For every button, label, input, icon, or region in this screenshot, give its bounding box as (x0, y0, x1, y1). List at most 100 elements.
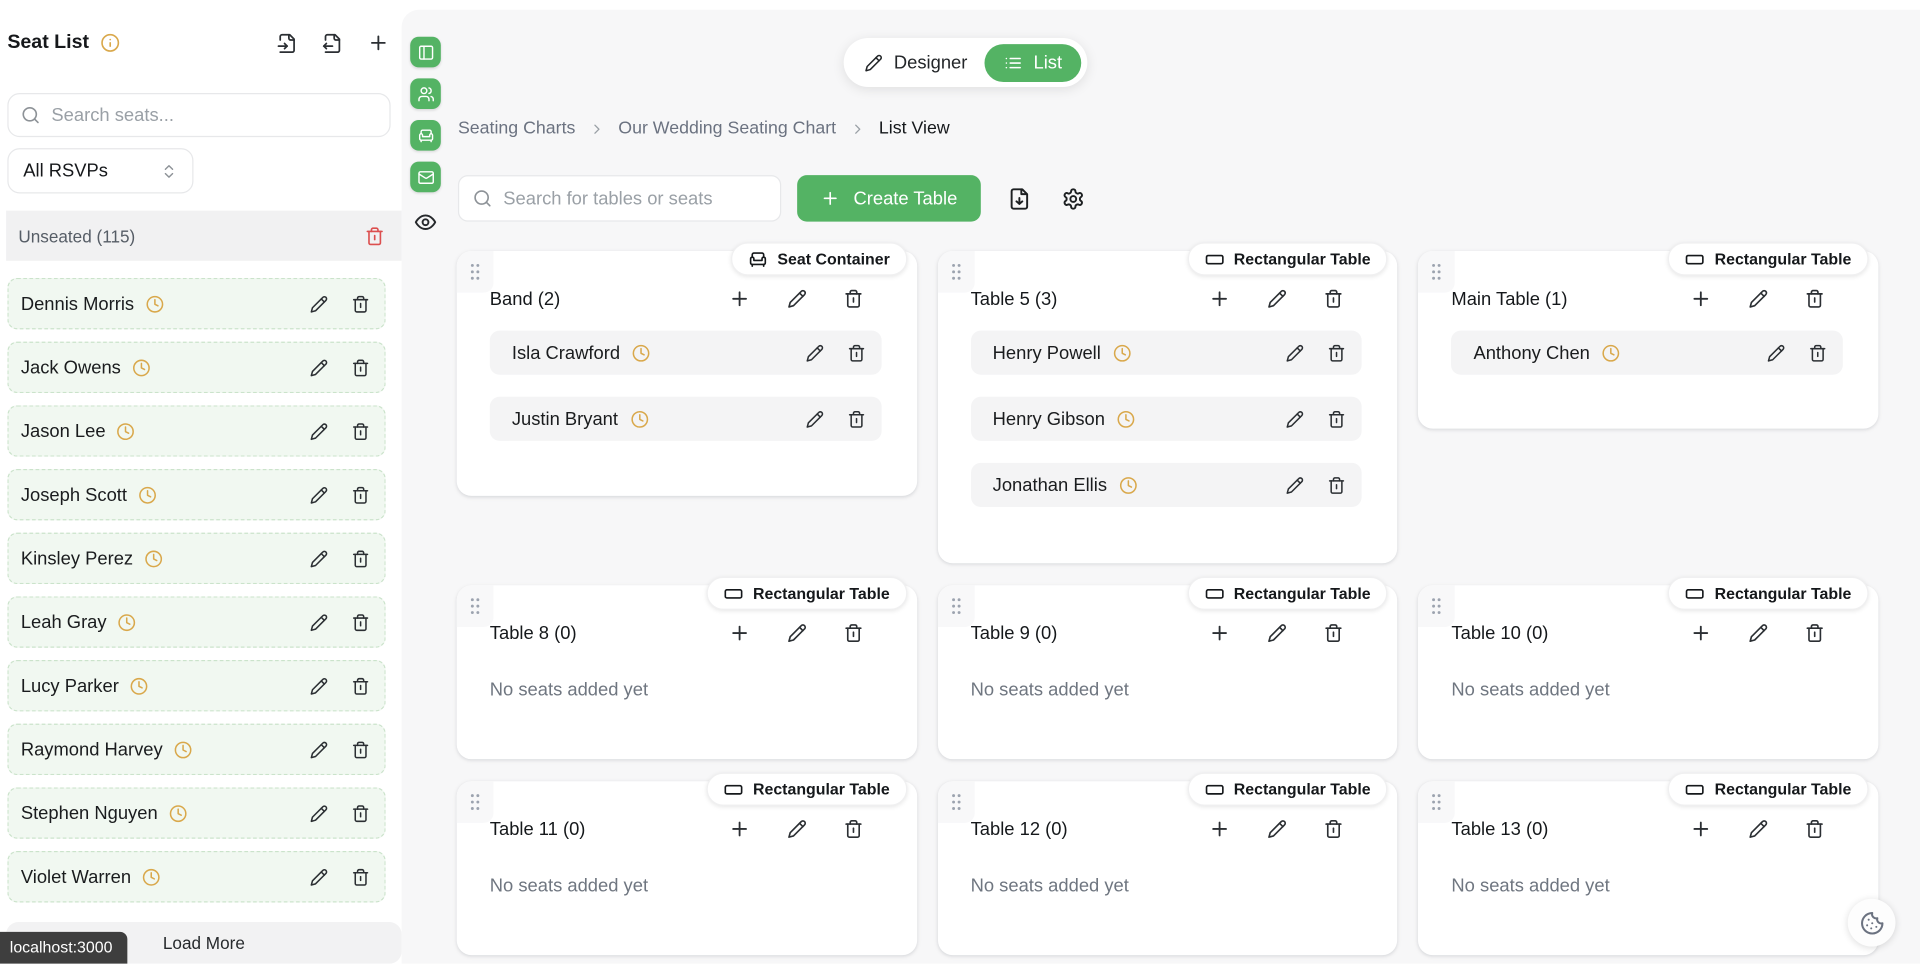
guest-row[interactable]: Lucy Parker (7, 660, 386, 712)
guest-row[interactable]: Stephen Nguyen (7, 787, 386, 839)
drag-handle[interactable] (1418, 781, 1456, 823)
delete-seat-button[interactable] (847, 410, 865, 428)
delete-table-button[interactable] (843, 623, 863, 643)
edit-table-button[interactable] (1268, 289, 1288, 309)
edit-table-button[interactable] (787, 623, 807, 643)
delete-table-button[interactable] (843, 289, 863, 309)
seat-row[interactable]: Henry Gibson (970, 396, 1363, 441)
drag-handle[interactable] (1418, 585, 1456, 627)
drag-handle[interactable] (937, 251, 975, 293)
guest-row[interactable]: Raymond Harvey (7, 723, 386, 776)
add-seat-to-table-button[interactable] (728, 288, 750, 310)
delete-guest-button[interactable] (351, 486, 369, 504)
edit-seat-button[interactable] (1286, 343, 1304, 362)
delete-table-button[interactable] (1324, 289, 1344, 309)
guest-row[interactable]: Violet Warren (7, 851, 386, 903)
list-view-button[interactable]: List (984, 43, 1082, 82)
edit-guest-button[interactable] (310, 294, 328, 313)
add-seat-button[interactable] (367, 32, 389, 54)
seat-search-input[interactable] (51, 104, 378, 126)
invitations-button[interactable] (410, 161, 441, 193)
edit-table-button[interactable] (1749, 289, 1769, 309)
edit-guest-button[interactable] (310, 358, 328, 376)
export-seats-button[interactable] (322, 32, 343, 53)
cookie-settings-button[interactable] (1847, 898, 1896, 947)
edit-guest-button[interactable] (310, 868, 328, 886)
delete-guest-button[interactable] (351, 358, 369, 376)
export-file-button[interactable] (1007, 187, 1030, 210)
delete-seat-button[interactable] (1328, 410, 1346, 428)
edit-guest-button[interactable] (310, 422, 328, 440)
delete-seat-button[interactable] (1328, 476, 1346, 494)
seat-row[interactable]: Isla Crawford (489, 330, 882, 375)
edit-guest-button[interactable] (310, 677, 328, 695)
edit-table-button[interactable] (1268, 819, 1288, 839)
toggle-sidebar-button[interactable] (410, 36, 441, 68)
rsvp-filter-select[interactable]: All RSVPs (7, 148, 194, 194)
designer-view-button[interactable]: Designer (864, 52, 967, 73)
edit-seat-button[interactable] (1286, 410, 1304, 428)
delete-table-button[interactable] (1805, 819, 1825, 839)
drag-handle[interactable] (937, 585, 975, 627)
drag-handle[interactable] (937, 781, 975, 823)
edit-guest-button[interactable] (310, 740, 328, 758)
edit-seat-button[interactable] (805, 343, 823, 362)
info-icon[interactable] (100, 33, 120, 53)
edit-seat-button[interactable] (805, 410, 823, 428)
settings-button[interactable] (1061, 187, 1084, 210)
delete-guest-button[interactable] (351, 868, 369, 886)
delete-guest-button[interactable] (351, 422, 369, 440)
edit-seat-button[interactable] (1767, 343, 1785, 362)
delete-table-button[interactable] (1324, 623, 1344, 643)
breadcrumb-item[interactable]: Seating Charts (458, 119, 575, 139)
delete-seat-button[interactable] (847, 343, 865, 362)
delete-table-button[interactable] (1805, 289, 1825, 309)
edit-seat-button[interactable] (1286, 476, 1304, 494)
edit-guest-button[interactable] (310, 804, 328, 822)
edit-table-button[interactable] (787, 819, 807, 839)
seat-row[interactable]: Anthony Chen (1451, 330, 1843, 375)
drag-handle[interactable] (456, 781, 494, 823)
delete-guest-button[interactable] (351, 294, 369, 313)
drag-handle[interactable] (456, 585, 494, 627)
add-seat-to-table-button[interactable] (1209, 288, 1231, 310)
delete-seat-button[interactable] (1328, 343, 1346, 362)
delete-guest-button[interactable] (351, 804, 369, 822)
delete-guest-button[interactable] (351, 740, 369, 758)
guest-row[interactable]: Joseph Scott (7, 468, 386, 521)
delete-all-unseated-button[interactable] (365, 226, 385, 246)
add-seat-to-table-button[interactable] (1690, 622, 1712, 644)
add-seat-to-table-button[interactable] (728, 818, 750, 840)
edit-guest-button[interactable] (310, 549, 328, 567)
table-search-input[interactable] (503, 187, 767, 209)
add-seat-to-table-button[interactable] (728, 622, 750, 644)
delete-guest-button[interactable] (351, 549, 369, 567)
delete-seat-button[interactable] (1809, 343, 1827, 362)
delete-guest-button[interactable] (351, 677, 369, 695)
guest-row[interactable]: Jack Owens (7, 341, 386, 394)
edit-table-button[interactable] (1749, 819, 1769, 839)
seat-row[interactable]: Jonathan Ellis (970, 462, 1363, 507)
create-table-button[interactable]: Create Table (797, 175, 981, 222)
edit-guest-button[interactable] (310, 486, 328, 504)
edit-table-button[interactable] (1268, 623, 1288, 643)
import-seats-button[interactable] (277, 32, 298, 53)
seat-row[interactable]: Justin Bryant (489, 396, 882, 441)
delete-table-button[interactable] (1324, 819, 1344, 839)
guest-row[interactable]: Dennis Morris (7, 277, 386, 330)
delete-guest-button[interactable] (351, 613, 369, 631)
seat-row[interactable]: Henry Powell (970, 330, 1363, 375)
guest-row[interactable]: Jason Lee (7, 405, 386, 457)
guests-button[interactable] (410, 78, 441, 109)
guest-row[interactable]: Kinsley Perez (7, 532, 386, 585)
add-seat-to-table-button[interactable] (1209, 818, 1231, 840)
edit-table-button[interactable] (1749, 623, 1769, 643)
visibility-toggle-button[interactable] (414, 211, 437, 234)
seats-button[interactable] (410, 120, 441, 151)
drag-handle[interactable] (456, 251, 494, 293)
delete-table-button[interactable] (1805, 623, 1825, 643)
add-seat-to-table-button[interactable] (1209, 622, 1231, 644)
guest-row[interactable]: Leah Gray (7, 596, 386, 648)
drag-handle[interactable] (1418, 251, 1456, 293)
edit-guest-button[interactable] (310, 613, 328, 631)
